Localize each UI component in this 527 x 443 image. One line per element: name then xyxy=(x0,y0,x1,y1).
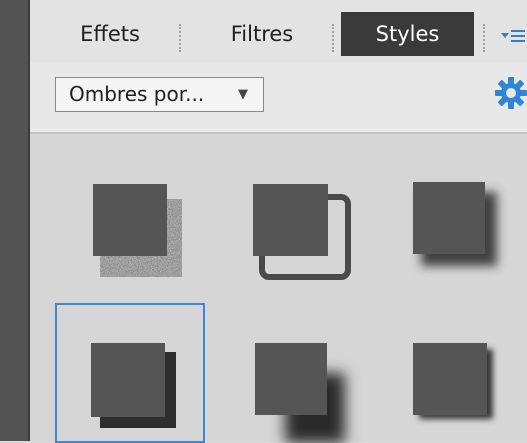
style-thumbnail-edge-shadow[interactable] xyxy=(385,303,527,443)
panel-tab-bar: Effets Filtres Styles xyxy=(30,0,527,62)
tab-effets[interactable]: Effets xyxy=(50,12,170,56)
style-thumbnail-noise-shadow[interactable] xyxy=(55,154,205,294)
panel-menu-icon[interactable] xyxy=(497,22,527,50)
left-panel-edge xyxy=(0,0,30,441)
style-thumbnail-corner-shadow[interactable] xyxy=(225,303,375,443)
styles-grid xyxy=(30,134,527,443)
style-category-dropdown[interactable]: Ombres por... ▼ xyxy=(55,77,264,112)
dropdown-value: Ombres por... xyxy=(69,82,205,106)
tab-separator xyxy=(332,24,334,52)
style-thumbnail-hard-shadow[interactable] xyxy=(55,303,205,443)
chevron-down-icon: ▼ xyxy=(238,87,248,102)
gear-icon[interactable] xyxy=(494,76,527,110)
tab-styles[interactable]: Styles xyxy=(341,12,474,56)
tab-filtres[interactable]: Filtres xyxy=(192,12,332,56)
styles-toolbar: Ombres por... ▼ xyxy=(30,62,527,134)
style-thumbnail-soft-shadow[interactable] xyxy=(385,154,527,294)
tab-separator xyxy=(483,24,485,52)
style-thumbnail-outline-shadow[interactable] xyxy=(225,154,375,294)
tab-separator xyxy=(179,24,181,52)
